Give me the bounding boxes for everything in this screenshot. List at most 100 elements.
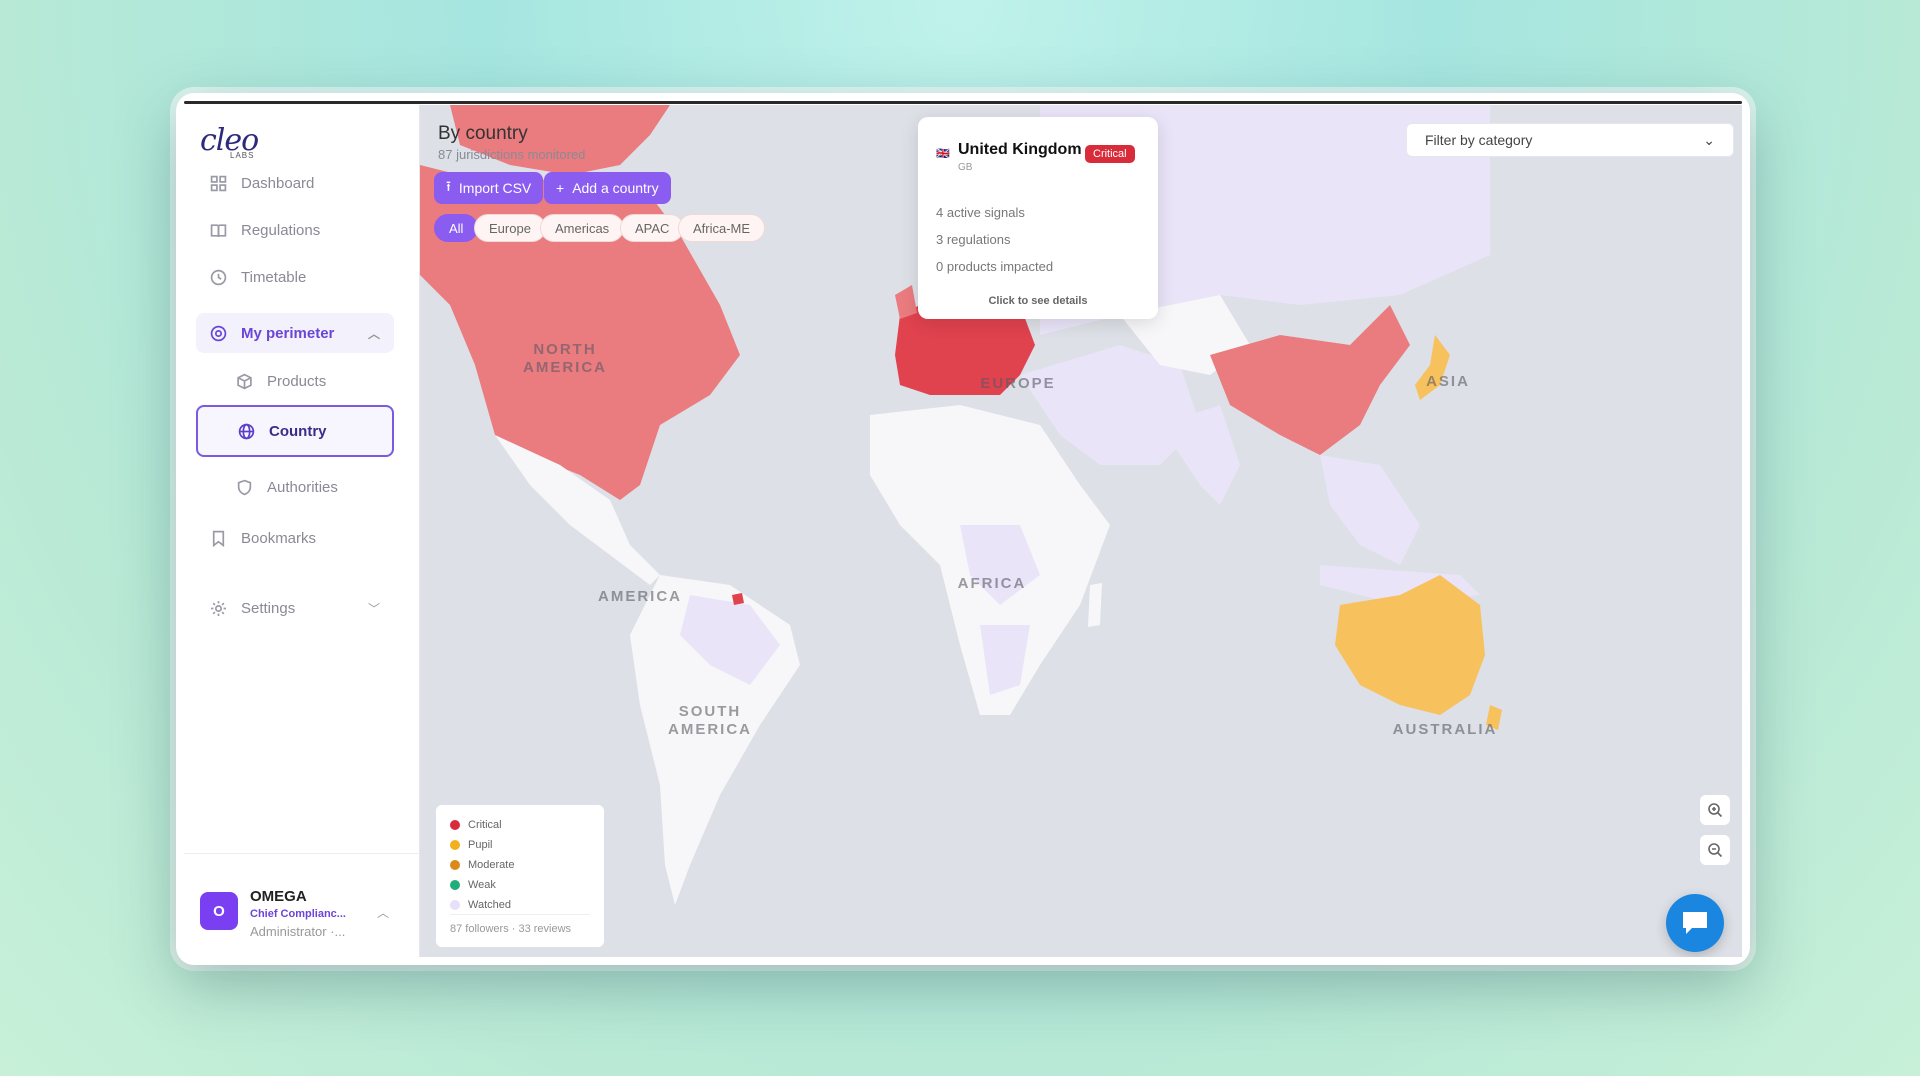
- add-country-button[interactable]: + Add a country: [544, 172, 671, 204]
- filter-chip-europe[interactable]: Europe: [474, 214, 546, 242]
- sidebar-item-authorities[interactable]: Authorities: [196, 465, 394, 509]
- chevron-up-icon: ︿: [376, 906, 389, 920]
- legend-label: Watched: [468, 899, 512, 911]
- globe-icon: [238, 423, 255, 439]
- legend-dot-weak: [450, 880, 460, 890]
- popup-country-code: GB: [958, 162, 973, 173]
- import-csv-button[interactable]: ⭱ Import CSV: [434, 172, 544, 204]
- sidebar-item-my-perimeter[interactable]: My perimeter ︿: [196, 313, 394, 353]
- legend-item: Critical: [450, 815, 590, 835]
- sidebar-item-regulations[interactable]: Regulations: [196, 212, 394, 248]
- legend-item: Watched: [450, 895, 590, 915]
- plus-icon: +: [556, 180, 565, 196]
- filter-chip-americas[interactable]: Americas: [540, 214, 625, 242]
- upload-icon: ⭱: [446, 178, 451, 194]
- user-name: OMEGA: [250, 888, 307, 905]
- map-region-australia: [1335, 575, 1485, 715]
- country-popup[interactable]: 🇬🇧 United Kingdom GB Critical 4 active s…: [918, 117, 1158, 319]
- region-label-australia: AUSTRALIA: [1392, 721, 1498, 738]
- legend-item: Weak: [450, 875, 590, 895]
- avatar: O: [200, 892, 238, 930]
- uk-flag-icon: 🇬🇧: [936, 148, 950, 160]
- target-icon: [210, 325, 227, 341]
- popup-signals: 4 active signals: [936, 205, 1025, 220]
- import-csv-label: Import CSV: [458, 180, 532, 196]
- popup-regulations: 3 regulations: [936, 232, 1011, 247]
- map-region-southeast-asia: [1320, 455, 1420, 565]
- user-role: Chief Complianc...: [250, 908, 346, 920]
- sidebar-item-bookmarks[interactable]: Bookmarks: [196, 520, 394, 556]
- legend-item: Pupil: [450, 835, 590, 855]
- box-icon: [237, 373, 252, 389]
- map-legend: Critical Pupil Moderate Weak Watched 87 …: [436, 805, 604, 947]
- sidebar-item-label: Settings: [241, 599, 296, 617]
- region-label-africa: AFRICA: [957, 575, 1027, 592]
- gear-icon: [211, 600, 226, 616]
- chevron-up-icon: ︿: [367, 326, 380, 341]
- clock-icon: [210, 269, 227, 285]
- filter-chip-all[interactable]: All: [434, 214, 479, 242]
- add-country-label: Add a country: [572, 180, 659, 196]
- category-filter-select[interactable]: Filter by category ⌄: [1406, 123, 1734, 157]
- legend-item: Moderate: [450, 855, 590, 875]
- chat-bubble-icon: [1683, 912, 1707, 934]
- popup-country-name: United Kingdom: [958, 141, 1082, 158]
- user-permission: Administrator ·...: [250, 924, 346, 939]
- page-title: By country: [438, 123, 528, 144]
- status-badge: Critical: [1085, 145, 1135, 163]
- window-top-border: [184, 101, 1742, 104]
- book-icon: [210, 223, 227, 237]
- app-window: cleo LABS Dashboard Regulations Timetabl…: [176, 93, 1750, 965]
- bookmark-icon: [212, 530, 225, 547]
- legend-dot-critical: [450, 820, 460, 830]
- sidebar-item-label: Dashboard: [241, 174, 315, 192]
- zoom-in-icon: [1708, 803, 1723, 818]
- chevron-down-icon: ⌄: [1703, 131, 1715, 148]
- brand-logo-sub: LABS: [230, 151, 255, 160]
- filter-chip-africa-me[interactable]: Africa-ME: [678, 214, 766, 242]
- page-subtitle: 87 jurisdictions monitored: [438, 147, 586, 162]
- sidebar-item-label: Country: [269, 422, 327, 440]
- legend-label: Critical: [468, 819, 502, 831]
- chat-support-button[interactable]: [1666, 894, 1724, 952]
- map-region-china: [1210, 305, 1410, 455]
- sidebar-item-settings[interactable]: Settings ﹀: [196, 590, 394, 626]
- dashboard-icon: [210, 175, 227, 191]
- sidebar-item-label: Products: [267, 372, 327, 390]
- region-label-europe: EUROPE: [980, 375, 1056, 392]
- zoom-in-button[interactable]: [1700, 795, 1730, 825]
- filter-chip-apac[interactable]: APAC: [620, 214, 685, 242]
- legend-label: Moderate: [468, 859, 515, 871]
- sidebar-item-label: Bookmarks: [241, 529, 317, 547]
- popup-details-link[interactable]: Click to see details: [918, 295, 1158, 307]
- legend-label: Weak: [468, 879, 496, 891]
- region-label-asia: ASIA: [1426, 373, 1470, 390]
- user-profile[interactable]: O OMEGA Chief Complianc... Administrator…: [184, 853, 419, 957]
- sidebar-item-label: Regulations: [241, 221, 321, 239]
- legend-dot-moderate: [450, 860, 460, 870]
- zoom-out-icon: [1708, 843, 1723, 858]
- chevron-down-icon: ﹀: [367, 601, 380, 616]
- world-map[interactable]: By country 87 jurisdictions monitored ⭱ …: [420, 105, 1742, 957]
- sidebar-item-label: Timetable: [241, 268, 307, 286]
- legend-label: Pupil: [468, 839, 493, 851]
- legend-dot-pupil: [450, 840, 460, 850]
- legend-footer: 87 followers · 33 reviews: [450, 914, 590, 935]
- sidebar: cleo LABS Dashboard Regulations Timetabl…: [184, 105, 420, 957]
- zoom-out-button[interactable]: [1700, 835, 1730, 865]
- map-region-guiana-critical: [732, 593, 744, 605]
- shield-icon: [237, 479, 252, 495]
- sidebar-item-timetable[interactable]: Timetable: [196, 259, 394, 295]
- sidebar-item-country[interactable]: Country: [196, 405, 394, 457]
- sidebar-item-label: Authorities: [267, 478, 338, 496]
- brand-logo[interactable]: cleo LABS: [200, 123, 259, 160]
- region-label-america: AMERICA: [598, 588, 682, 605]
- category-filter-value: Filter by category: [1425, 132, 1533, 148]
- popup-products: 0 products impacted: [936, 259, 1054, 274]
- map-region-uk: [895, 285, 917, 319]
- region-label-north-america: NORTH AMERICA: [523, 341, 607, 376]
- legend-dot-watched: [450, 900, 460, 910]
- sidebar-item-dashboard[interactable]: Dashboard: [196, 165, 394, 201]
- sidebar-item-label: My perimeter: [241, 324, 335, 342]
- sidebar-item-products[interactable]: Products: [196, 359, 394, 403]
